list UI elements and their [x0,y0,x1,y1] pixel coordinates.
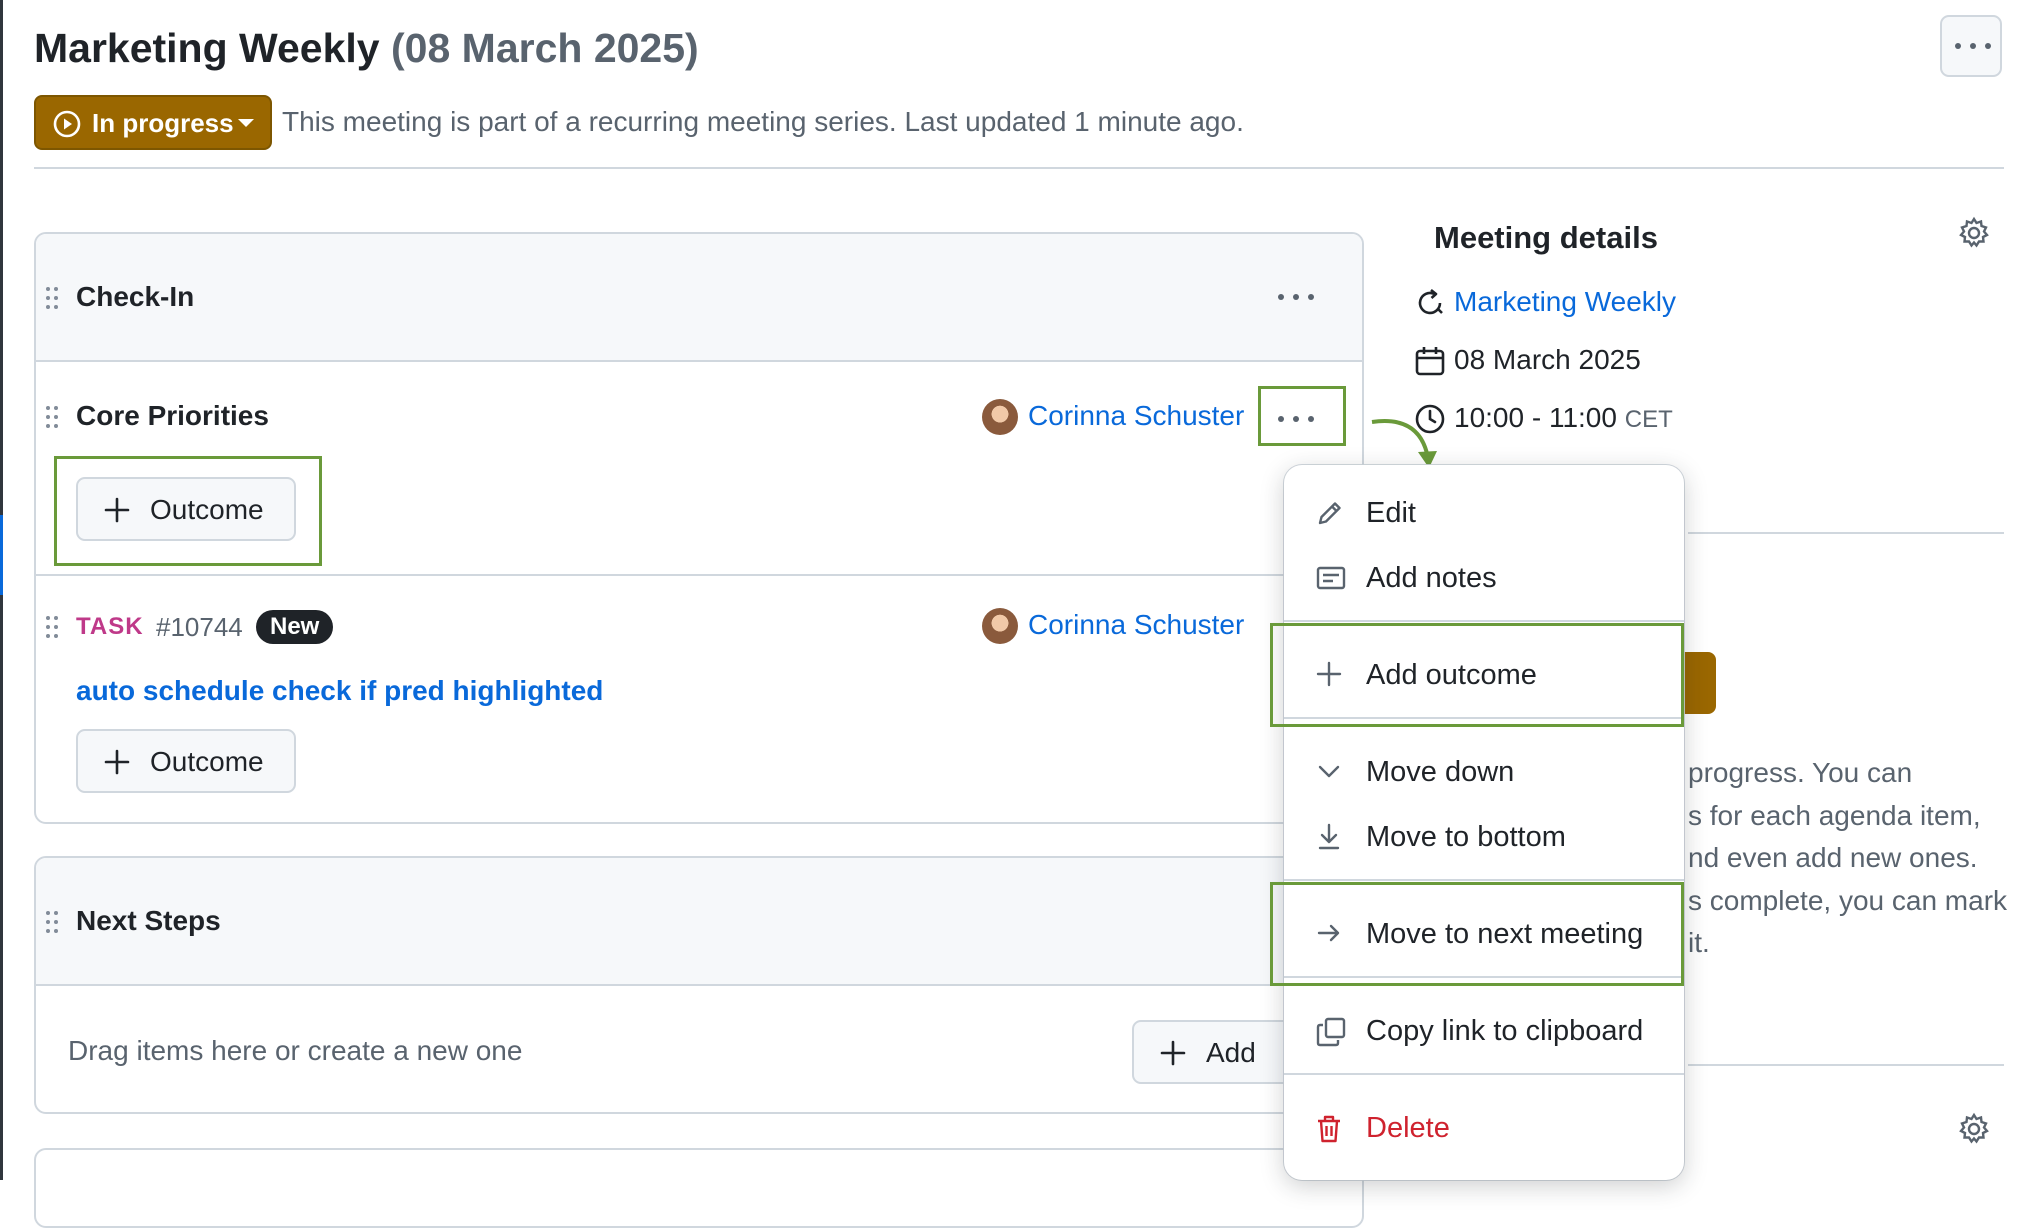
plus-icon [1160,1040,1186,1066]
meeting-title: Marketing Weekly [34,25,380,71]
agenda-section-next-steps: Next Steps Drag items here or create a n… [34,856,1364,1114]
drag-handle-icon[interactable] [46,616,60,638]
work-package-number: #10744 [156,612,243,642]
add-item-button[interactable]: Add [1132,1020,1292,1084]
caret-down-icon [238,119,254,127]
header-divider [34,167,2004,169]
page-title: Marketing Weekly (08 March 2025) [34,22,699,74]
empty-section-text: Drag items here or create a new one [68,1035,523,1066]
note-icon [1316,566,1346,590]
status-dropdown-button[interactable]: In progress [34,95,272,150]
menu-item-label: Copy link to clipboard [1366,1015,1644,1047]
menu-item-move-to-bottom[interactable]: Move to bottom [1284,808,1684,866]
window-edge-accent [0,515,3,595]
help-line: progress. You can [1688,757,1913,788]
help-line: nd even add new ones. [1688,842,1978,873]
add-label: Add [1206,1037,1256,1068]
panel-divider [1688,532,2004,534]
kebab-icon [1953,41,1993,51]
section-header: Next Steps [36,858,1362,986]
avatar [982,608,1018,644]
agenda-item-title[interactable]: Core Priorities [76,399,269,433]
menu-item-label: Edit [1366,497,1416,529]
menu-item-label: Move down [1366,756,1515,788]
chevron-down-icon [1318,765,1340,778]
section-title: Next Steps [76,905,221,936]
work-package-link[interactable]: auto schedule check if pred highlighted [76,674,603,708]
help-line: s complete, you can mark [1688,884,2008,916]
work-package-type: TASK [76,613,144,640]
meeting-date: (08 March 2025) [391,25,699,71]
panel-divider [1688,1064,2004,1066]
drag-handle-icon[interactable] [46,287,60,309]
agenda-section-checkin: Check-In Core Priorities Corinna Schuste… [34,232,1364,824]
highlight-move-to-next-meeting [1270,882,1684,986]
highlight-add-outcome [1270,623,1684,727]
copy-icon [1316,1017,1346,1047]
drag-handle-icon[interactable] [46,911,60,933]
presenter-link[interactable]: Corinna Schuster [1028,399,1244,433]
trash-icon [1318,1115,1340,1143]
status-text: This meeting is part of a recurring meet… [282,106,1244,137]
section-title: Check-In [76,281,195,312]
menu-item-edit[interactable]: Edit [1284,484,1684,542]
highlight-more-button [1258,386,1346,446]
section-header: Check-In [36,234,1362,362]
status-badge: New [256,610,334,644]
meeting-time-value: 10:00 - 11:00 [1454,402,1617,433]
menu-divider [1284,1073,1684,1075]
meeting-details-title: Meeting details [1434,220,1658,255]
gear-icon[interactable] [1957,216,1991,250]
header-more-button[interactable] [1940,15,2002,77]
calendar-icon [1415,347,1445,376]
pencil-icon [1318,502,1341,525]
menu-item-label: Delete [1366,1112,1450,1144]
menu-item-delete[interactable]: Delete [1284,1099,1684,1157]
menu-divider [1284,879,1684,881]
agenda-section [34,1148,1364,1228]
meeting-date-value: 08 March 2025 [1454,344,1641,375]
menu-divider [1284,620,1684,622]
move-to-bottom-icon [1318,823,1340,850]
menu-item-copy-link[interactable]: Copy link to clipboard [1284,1002,1684,1060]
play-circle-icon [53,110,81,138]
help-line: it. [1688,927,1710,958]
meeting-timezone: CET [1624,406,1673,433]
item-actions-menu: Edit Add notes Add outcome Move down Mov… [1284,465,1684,1180]
menu-item-move-down[interactable]: Move down [1284,743,1684,801]
meeting-series-link[interactable]: Marketing Weekly [1454,285,1676,319]
menu-item-label: Move to bottom [1366,821,1566,853]
meeting-time: 10:00 - 11:00 CET [1454,401,1673,437]
plus-icon [104,749,130,775]
status-label: In progress [92,108,234,138]
item-divider [36,574,1362,576]
highlight-outcome-button [54,456,322,566]
drag-handle-icon[interactable] [46,406,60,428]
menu-item-label: Add notes [1366,562,1497,594]
outcome-label: Outcome [150,746,264,777]
meeting-status-help: progress. You can s for each agenda item… [1688,752,2008,965]
sync-icon [1418,288,1443,315]
avatar [982,399,1018,435]
presenter-link[interactable]: Corinna Schuster [1028,608,1244,642]
help-line: s for each agenda item, [1688,799,1981,831]
menu-item-add-notes[interactable]: Add notes [1284,549,1684,607]
add-outcome-button[interactable]: Outcome [76,729,296,793]
section-more-button[interactable] [1276,292,1316,302]
gear-icon[interactable] [1957,1112,1991,1146]
